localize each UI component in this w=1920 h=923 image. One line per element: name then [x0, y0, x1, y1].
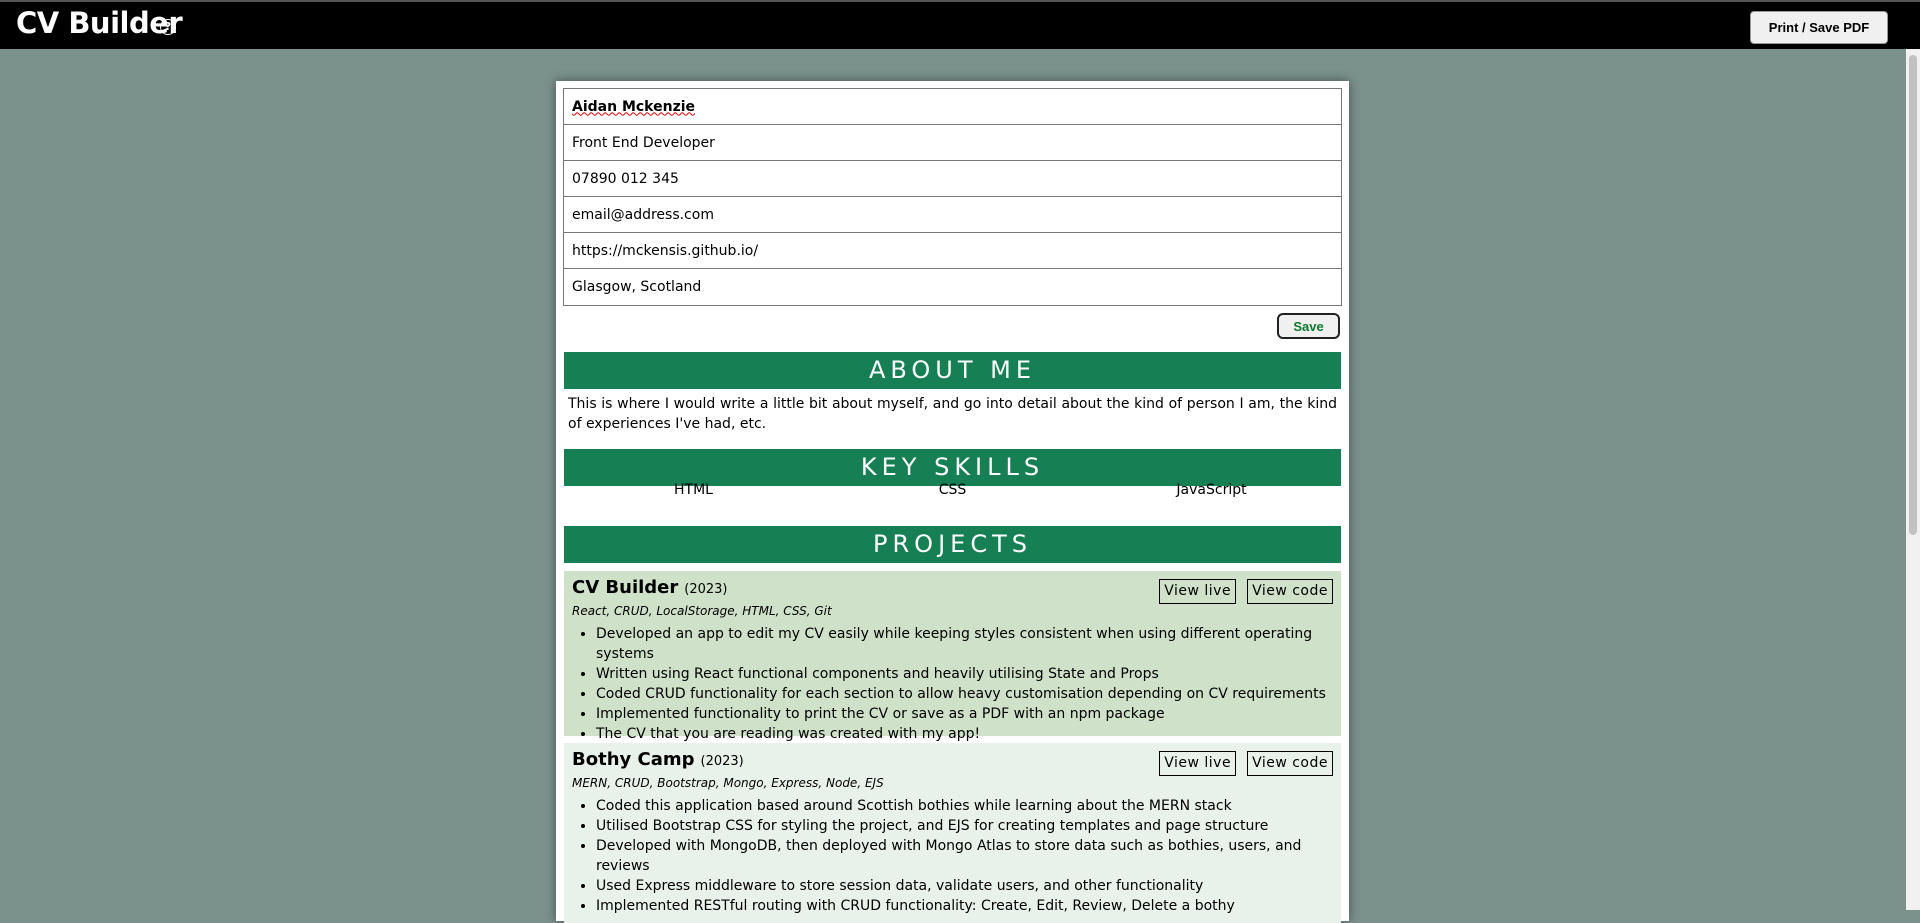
top-bar: CV Builder ? Print / Save PDF [0, 0, 1920, 49]
location-field[interactable]: Glasgow, Scotland [564, 269, 1341, 305]
project-links: View live View code [1159, 751, 1333, 776]
website-field[interactable]: https://mckensis.github.io/ [564, 233, 1341, 269]
skill-item[interactable]: JavaScript [1082, 482, 1341, 502]
list-item: The CV that you are reading was created … [596, 724, 1333, 744]
about-me-heading[interactable]: ABOUT ME [564, 352, 1341, 389]
project-tech-stack: MERN, CRUD, Bootstrap, Mongo, Express, N… [572, 776, 884, 790]
phone-field[interactable]: 07890 012 345 [564, 161, 1341, 197]
contact-details: Aidan Mckenzie Front End Developer 07890… [563, 88, 1342, 306]
project-year: (2023) [700, 754, 744, 769]
list-item: Implemented functionality to print the C… [596, 704, 1333, 724]
projects-heading[interactable]: PROJECTS [564, 526, 1341, 563]
view-live-button[interactable]: View live [1159, 579, 1237, 604]
project-header: Bothy Camp (2023) View live View code [572, 749, 1333, 776]
email-field[interactable]: email@address.com [564, 197, 1341, 233]
skill-item[interactable]: HTML [564, 482, 823, 502]
print-save-pdf-button[interactable]: Print / Save PDF [1750, 11, 1888, 44]
scrollbar-thumb[interactable] [1909, 55, 1917, 535]
project-name: CV Builder [572, 577, 679, 598]
vertical-scrollbar[interactable] [1906, 49, 1920, 910]
project-header: CV Builder (2023) View live View code [572, 577, 1333, 604]
help-icon[interactable]: ? [160, 19, 176, 35]
key-skills-heading[interactable]: KEY SKILLS [564, 449, 1341, 486]
view-code-button[interactable]: View code [1247, 579, 1333, 604]
list-item: Utilised Bootstrap CSS for styling the p… [596, 816, 1333, 836]
skill-item[interactable]: CSS [823, 482, 1082, 502]
cv-page: Aidan Mckenzie Front End Developer 07890… [556, 81, 1349, 923]
project-links: View live View code [1159, 579, 1333, 604]
project-tech-stack: React, CRUD, LocalStorage, HTML, CSS, Gi… [572, 604, 832, 618]
skills-list: HTML CSS JavaScript [564, 482, 1341, 502]
project-bullets: Coded this application based around Scot… [572, 796, 1333, 916]
name-text: Aidan Mckenzie [572, 98, 696, 115]
list-item: Developed an app to edit my CV easily wh… [596, 624, 1333, 664]
list-item: Implemented RESTful routing with CRUD fu… [596, 896, 1333, 916]
project-year: (2023) [684, 582, 728, 597]
list-item: Coded CRUD functionality for each sectio… [596, 684, 1333, 704]
job-title-field[interactable]: Front End Developer [564, 125, 1341, 161]
save-button[interactable]: Save [1277, 313, 1340, 339]
project-name: Bothy Camp [572, 749, 695, 770]
view-code-button[interactable]: View code [1247, 751, 1333, 776]
app-title: CV Builder [16, 6, 183, 40]
list-item: Used Express middleware to store session… [596, 876, 1333, 896]
list-item: Written using React functional component… [596, 664, 1333, 684]
project-card[interactable]: Bothy Camp (2023) View live View code MER… [564, 743, 1341, 923]
about-me-text[interactable]: This is where I would write a little bit… [568, 394, 1337, 434]
list-item: Developed with MongoDB, then deployed wi… [596, 836, 1333, 876]
project-card[interactable]: CV Builder (2023) View live View code Rea… [564, 571, 1341, 742]
name-field[interactable]: Aidan Mckenzie [564, 89, 1341, 125]
view-live-button[interactable]: View live [1159, 751, 1237, 776]
project-bullets: Developed an app to edit my CV easily wh… [572, 624, 1333, 744]
list-item: Coded this application based around Scot… [596, 796, 1333, 816]
